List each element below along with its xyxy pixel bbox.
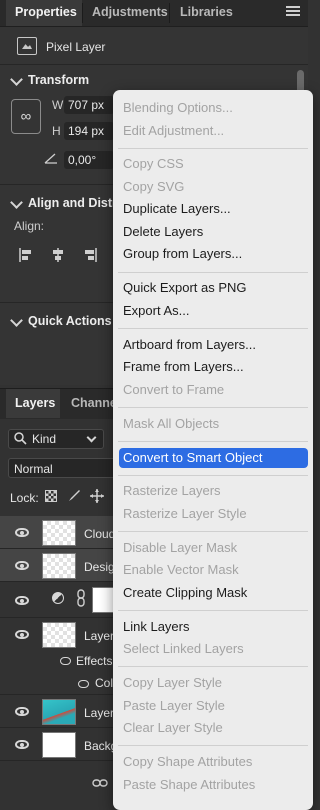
filter-kind-value: Kind bbox=[32, 432, 57, 446]
eye-icon[interactable] bbox=[15, 740, 29, 749]
section-divider bbox=[0, 64, 308, 65]
link-layers-icon[interactable] bbox=[92, 777, 108, 791]
tab-properties[interactable]: Properties bbox=[6, 0, 82, 26]
menu-item-copy-svg[interactable]: Copy SVG bbox=[123, 177, 184, 197]
eye-icon[interactable] bbox=[15, 528, 29, 537]
width-label: W bbox=[52, 98, 64, 112]
menu-item-rasterize-layers[interactable]: Rasterize Layers bbox=[123, 481, 221, 501]
effects-label[interactable]: Effects bbox=[76, 654, 112, 668]
lock-transparent-pixels-icon[interactable] bbox=[45, 490, 57, 502]
angle-icon bbox=[44, 152, 58, 164]
menu-item-copy-css[interactable]: Copy CSS bbox=[123, 154, 184, 174]
layer-name[interactable]: Cloud bbox=[84, 527, 115, 541]
eye-icon[interactable] bbox=[15, 630, 29, 639]
layer-thumbnail bbox=[42, 732, 76, 758]
tab-layers[interactable]: Layers bbox=[6, 389, 60, 418]
height-field[interactable]: 194 px bbox=[64, 122, 114, 140]
link-dimensions-button[interactable]: ∞ bbox=[11, 99, 41, 134]
tab-divider bbox=[169, 3, 170, 23]
menu-item-disable-layer-mask[interactable]: Disable Layer Mask bbox=[123, 538, 237, 558]
tab-libraries[interactable]: Libraries bbox=[171, 0, 241, 26]
layer-type-label: Pixel Layer bbox=[46, 40, 106, 54]
layer-thumbnail bbox=[42, 520, 76, 546]
layer-name[interactable]: Layer bbox=[84, 629, 114, 643]
menu-item-copy-layer-style[interactable]: Copy Layer Style bbox=[123, 673, 222, 693]
menu-item-enable-vector-mask[interactable]: Enable Vector Mask bbox=[123, 560, 239, 580]
layer-thumbnail bbox=[42, 622, 76, 648]
quick-actions-section-title[interactable]: Quick Actions bbox=[28, 314, 112, 328]
menu-item-mask-all-objects[interactable]: Mask All Objects bbox=[123, 414, 219, 434]
tab-adjustments[interactable]: Adjustments bbox=[83, 0, 169, 26]
menu-separator bbox=[118, 610, 308, 611]
move-icon[interactable] bbox=[90, 489, 104, 506]
align-horizontal-center-icon[interactable] bbox=[50, 247, 66, 266]
panel-menu-icon[interactable] bbox=[286, 6, 300, 18]
menu-item-artboard-from-layers[interactable]: Artboard from Layers... bbox=[123, 335, 256, 355]
menu-item-paste-layer-style[interactable]: Paste Layer Style bbox=[123, 696, 225, 716]
search-icon bbox=[13, 431, 27, 448]
menu-separator bbox=[118, 271, 308, 273]
eye-icon[interactable] bbox=[78, 680, 89, 688]
align-label: Align: bbox=[14, 219, 45, 233]
transform-section-title[interactable]: Transform bbox=[28, 73, 89, 87]
eye-icon[interactable] bbox=[15, 596, 29, 605]
menu-item-convert-to-smart-object[interactable]: Convert to Smart Object bbox=[119, 447, 308, 468]
menu-item-edit-adjustment[interactable]: Edit Adjustment... bbox=[123, 121, 224, 141]
menu-separator bbox=[118, 406, 308, 408]
menu-separator bbox=[118, 328, 308, 329]
menu-item-convert-to-frame[interactable]: Convert to Frame bbox=[123, 380, 224, 400]
menu-separator bbox=[118, 666, 308, 668]
chain-link-icon[interactable] bbox=[76, 589, 86, 610]
angle-field[interactable]: 0,00° bbox=[64, 151, 114, 169]
eye-icon[interactable] bbox=[15, 561, 29, 570]
layer-name[interactable]: Desig bbox=[84, 560, 115, 574]
align-left-icon[interactable] bbox=[18, 247, 34, 266]
menu-separator bbox=[118, 531, 308, 533]
adjustment-layer-icon bbox=[52, 592, 64, 604]
brush-icon[interactable] bbox=[67, 489, 81, 506]
menu-item-export-as[interactable]: Export As... bbox=[123, 301, 189, 321]
width-field[interactable]: 707 px bbox=[64, 96, 114, 114]
menu-item-rasterize-layer-style[interactable]: Rasterize Layer Style bbox=[123, 504, 247, 524]
menu-item-link-layers[interactable]: Link Layers bbox=[123, 617, 189, 637]
menu-item-blending-options[interactable]: Blending Options... bbox=[123, 98, 233, 118]
menu-item-duplicate-layers[interactable]: Duplicate Layers... bbox=[123, 199, 231, 219]
menu-item-select-linked-layers[interactable]: Select Linked Layers bbox=[123, 639, 244, 659]
menu-item-clear-layer-style[interactable]: Clear Layer Style bbox=[123, 718, 223, 738]
eye-icon[interactable] bbox=[60, 657, 71, 665]
menu-separator bbox=[118, 745, 308, 747]
effect-name[interactable]: Col bbox=[95, 676, 113, 690]
layer-thumbnail bbox=[42, 553, 76, 579]
menu-item-group-from-layers[interactable]: Group from Layers... bbox=[123, 244, 242, 264]
menu-item-frame-from-layers[interactable]: Frame from Layers... bbox=[123, 357, 244, 377]
eye-icon[interactable] bbox=[15, 707, 29, 716]
layer-thumbnail bbox=[42, 699, 76, 725]
layer-name[interactable]: Layer bbox=[84, 706, 114, 720]
menu-item-quick-export-as-png[interactable]: Quick Export as PNG bbox=[123, 278, 247, 298]
menu-item-delete-layers[interactable]: Delete Layers bbox=[123, 222, 203, 242]
menu-item-paste-shape-attributes[interactable]: Paste Shape Attributes bbox=[123, 775, 255, 795]
align-section-title[interactable]: Align and Distri bbox=[28, 196, 120, 210]
menu-separator bbox=[118, 440, 308, 442]
menu-separator bbox=[118, 147, 308, 149]
pixel-layer-icon bbox=[17, 37, 37, 55]
menu-item-copy-shape-attributes[interactable]: Copy Shape Attributes bbox=[123, 752, 252, 772]
menu-separator bbox=[118, 474, 308, 476]
blend-mode-value: Normal bbox=[14, 462, 53, 476]
align-right-icon[interactable] bbox=[82, 247, 98, 266]
lock-label: Lock: bbox=[10, 491, 39, 505]
height-label: H bbox=[52, 124, 61, 138]
menu-item-create-clipping-mask[interactable]: Create Clipping Mask bbox=[123, 583, 247, 603]
